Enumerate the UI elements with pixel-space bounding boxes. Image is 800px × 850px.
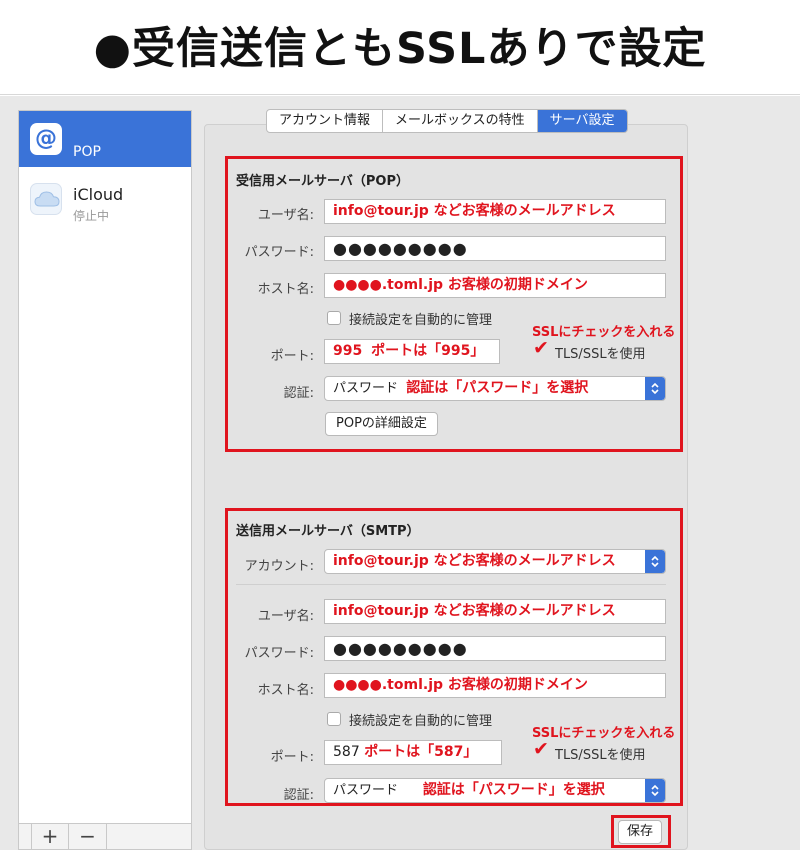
remove-account-button[interactable]: − xyxy=(69,824,107,849)
sidebar-account-pop[interactable]: @ POP xyxy=(19,111,191,167)
account-name: POP xyxy=(73,144,101,160)
at-icon: @ xyxy=(30,123,62,155)
banner-title: ●受信送信ともSSLありで設定 xyxy=(93,24,707,74)
tab-account-info[interactable]: アカウント情報 xyxy=(267,110,384,132)
outgoing-highlight-box xyxy=(225,508,683,806)
add-account-button[interactable]: + xyxy=(31,824,69,849)
banner: ●受信送信ともSSLありで設定 xyxy=(0,0,800,95)
sidebar-account-icloud[interactable]: iCloud 停止中 xyxy=(19,171,191,227)
account-name: iCloud xyxy=(73,185,124,204)
settings-tabs: アカウント情報 メールボックスの特性 サーバ設定 xyxy=(266,109,628,133)
account-sidebar: @ POP iCloud 停止中 + − xyxy=(18,110,192,850)
cloud-icon xyxy=(30,183,62,215)
account-status: 停止中 xyxy=(73,209,110,223)
tab-server-settings[interactable]: サーバ設定 xyxy=(537,110,627,132)
sidebar-footer: + − xyxy=(19,823,191,849)
mail-preferences-window: @ POP iCloud 停止中 + − アカウント情報 メールボックスの特性 … xyxy=(0,96,800,850)
incoming-highlight-box xyxy=(225,156,683,452)
save-highlight-box xyxy=(611,815,671,848)
tab-mailbox-behaviors[interactable]: メールボックスの特性 xyxy=(383,110,538,132)
